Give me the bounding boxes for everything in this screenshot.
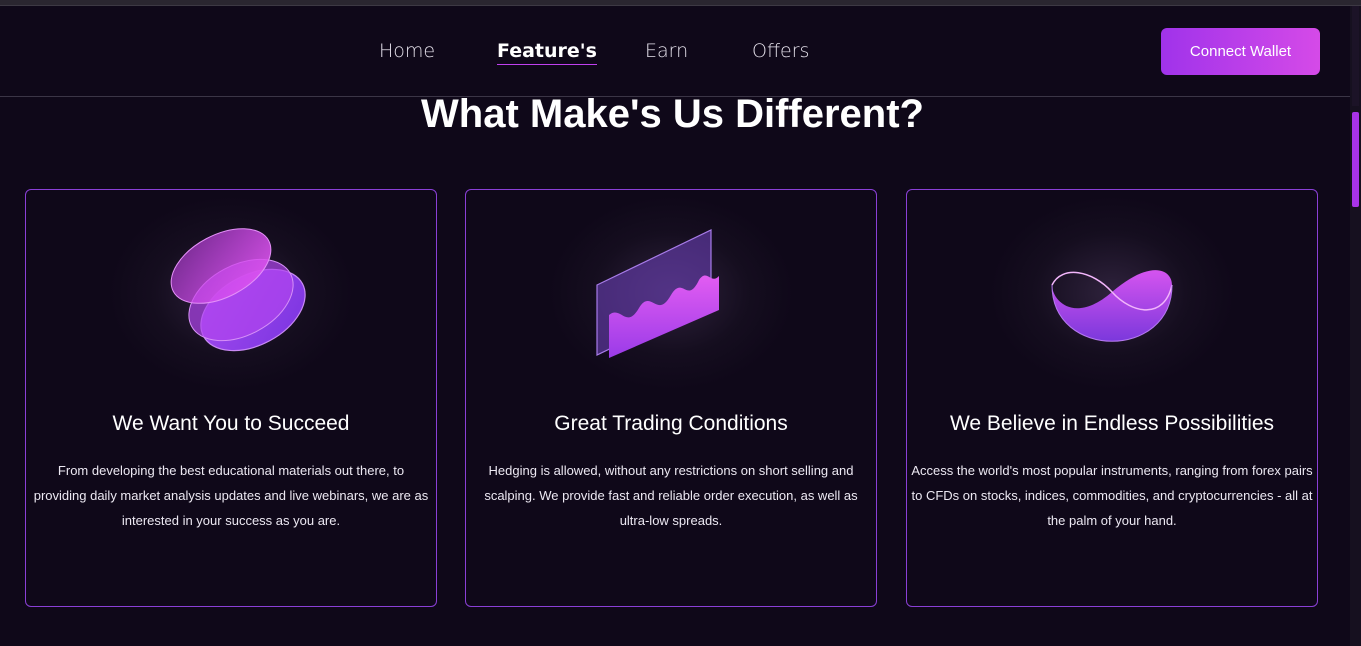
nav-home[interactable]: Home xyxy=(379,40,435,62)
connect-wallet-button[interactable]: Connect Wallet xyxy=(1161,28,1320,75)
card-title: Great Trading Conditions xyxy=(554,412,788,435)
navbar: Home Feature's Earn Offers Connect Walle… xyxy=(0,6,1350,97)
feature-card-trading: Great Trading Conditions Hedging is allo… xyxy=(465,189,877,607)
feature-card-succeed: We Want You to Succeed From developing t… xyxy=(25,189,437,607)
nav-earn[interactable]: Earn xyxy=(645,40,688,62)
scrollbar-gutter xyxy=(1352,6,1359,106)
section-heading: What Make's Us Different? xyxy=(421,92,924,136)
nav-offers[interactable]: Offers xyxy=(752,40,809,62)
feature-card-possibilities: We Believe in Endless Possibilities Acce… xyxy=(906,189,1318,607)
card-title: We Want You to Succeed xyxy=(112,412,350,435)
trading-chart-icon xyxy=(596,229,719,358)
nav-features[interactable]: Feature's xyxy=(497,40,597,65)
card-description: Access the world's most popular instrume… xyxy=(911,463,1313,528)
scrollbar-thumb[interactable] xyxy=(1352,112,1359,207)
infinity-bowl-icon xyxy=(1051,270,1173,342)
stacked-discs-icon xyxy=(170,228,306,352)
card-description: From developing the best educational mat… xyxy=(33,463,429,528)
card-description: Hedging is allowed, without any restrict… xyxy=(484,463,858,528)
card-title: We Believe in Endless Possibilities xyxy=(949,412,1275,435)
